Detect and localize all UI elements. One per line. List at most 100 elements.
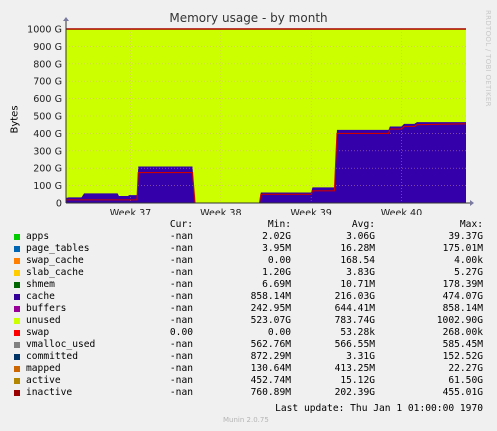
legend-swatch	[14, 378, 20, 384]
legend-min: 562.76M	[250, 339, 291, 350]
legend-row-apps: apps -nan 2.02G 3.06G 39.37G	[12, 231, 487, 243]
legend-row-buffers: buffers -nan 242.95M 644.41M 858.14M	[12, 303, 487, 315]
y-axis-arrow	[63, 17, 69, 21]
legend-avg: 16.28M	[340, 243, 375, 254]
legend-min: 0.00	[267, 255, 291, 266]
header-max: Max:	[459, 219, 483, 230]
legend-name: swap_cache	[26, 255, 84, 266]
y-tick-label: 600 G	[33, 94, 62, 105]
legend-swatch	[14, 294, 20, 300]
legend-row-mapped: mapped -nan 130.64M 413.25M 22.27G	[12, 363, 487, 375]
legend-max: 1002.90G	[436, 315, 483, 326]
legend-cur: -nan	[169, 255, 193, 266]
legend-min: 0.00	[267, 327, 291, 338]
legend-swatch	[14, 330, 20, 336]
legend-row-vmalloc-used: vmalloc_used -nan 562.76M 566.55M 585.45M	[12, 339, 487, 351]
x-tick-label: Week 39	[290, 208, 332, 215]
legend-min: 3.95M	[262, 243, 291, 254]
legend-avg: 413.25M	[334, 363, 375, 374]
legend-row-active: active -nan 452.74M 15.12G 61.50G	[12, 375, 487, 387]
legend-row-swap: swap 0.00 0.00 53.28k 268.00k	[12, 327, 487, 339]
legend-avg: 3.31G	[346, 351, 375, 362]
y-tick-label: 400 G	[33, 129, 62, 140]
legend-cur: -nan	[169, 375, 193, 386]
legend-row-inactive: inactive -nan 760.89M 202.39G 455.01G	[12, 387, 487, 399]
legend-avg: 202.39G	[334, 387, 375, 398]
legend-cur: -nan	[169, 231, 193, 242]
legend-swatch	[14, 282, 20, 288]
legend-avg: 783.74G	[334, 315, 375, 326]
legend-avg: 566.55M	[334, 339, 375, 350]
legend-min: 523.07G	[250, 315, 291, 326]
legend-max: 22.27G	[448, 363, 483, 374]
legend-swatch	[14, 342, 20, 348]
legend-name: mapped	[26, 363, 61, 374]
legend-max: 5.27G	[454, 267, 483, 278]
y-tick-label: 800 G	[33, 59, 62, 70]
legend-max: 61.50G	[448, 375, 483, 386]
legend-max: 4.00k	[454, 255, 483, 266]
x-tick-label: Week 40	[381, 208, 423, 215]
legend-name: page_tables	[26, 243, 90, 254]
legend-avg: 644.41M	[334, 303, 375, 314]
legend-cur: -nan	[169, 339, 193, 350]
y-tick-label: 900 G	[33, 42, 62, 53]
legend-row-page-tables: page_tables -nan 3.95M 16.28M 175.01M	[12, 243, 487, 255]
legend-avg: 3.83G	[346, 267, 375, 278]
y-tick-label: 200 G	[33, 164, 62, 175]
legend-swatch	[14, 306, 20, 312]
x-tick-label: Week 38	[200, 208, 242, 215]
header-cur: Cur:	[169, 219, 193, 230]
legend-swatch	[14, 246, 20, 252]
legend-min: 2.02G	[262, 231, 291, 242]
munin-version: Munin 2.0.75	[223, 416, 269, 424]
legend-name: cache	[26, 291, 55, 302]
y-tick-label: 100 G	[33, 181, 62, 192]
legend-min: 760.89M	[250, 387, 291, 398]
header-min: Min:	[267, 219, 291, 230]
header-avg: Avg:	[351, 219, 375, 230]
legend-max: 268.00k	[442, 327, 483, 338]
legend-name: shmem	[26, 279, 55, 290]
legend-min: 130.64M	[250, 363, 291, 374]
legend-swatch	[14, 390, 20, 396]
legend-name: active	[26, 375, 61, 386]
legend-row-shmem: shmem -nan 6.69M 10.71M 178.39M	[12, 279, 487, 291]
legend-name: buffers	[26, 303, 67, 314]
legend-avg: 15.12G	[340, 375, 375, 386]
x-axis-arrow	[470, 200, 474, 206]
legend-max: 39.37G	[448, 231, 483, 242]
legend-max: 858.14M	[442, 303, 483, 314]
legend-name: unused	[26, 315, 61, 326]
y-tick-label: 0	[56, 199, 62, 210]
legend-min: 872.29M	[250, 351, 291, 362]
legend-row-swap-cache: swap_cache -nan 0.00 168.54 4.00k	[12, 255, 487, 267]
legend-max: 455.01G	[442, 387, 483, 398]
legend-avg: 53.28k	[340, 327, 375, 338]
legend-swatch	[14, 270, 20, 276]
legend-min: 452.74M	[250, 375, 291, 386]
legend-min: 242.95M	[250, 303, 291, 314]
legend-cur: -nan	[169, 267, 193, 278]
legend-max: 178.39M	[442, 279, 483, 290]
legend-max: 585.45M	[442, 339, 483, 350]
legend-max: 152.52G	[442, 351, 483, 362]
legend-avg: 216.03G	[334, 291, 375, 302]
legend-cur: -nan	[169, 279, 193, 290]
last-update: Last update: Thu Jan 1 01:00:00 1970	[275, 403, 483, 414]
y-tick-label: 700 G	[33, 77, 62, 88]
legend-swatch	[14, 234, 20, 240]
chart-canvas: 0 100 G 200 G 300 G 400 G 500 G 600 G 700 G 800 …	[27, 17, 474, 215]
legend-row-unused: unused -nan 523.07G 783.74G 1002.90G	[12, 315, 487, 327]
legend-cur: -nan	[169, 363, 193, 374]
legend-cur: -nan	[169, 351, 193, 362]
legend-cur: -nan	[169, 303, 193, 314]
legend-name: inactive	[26, 387, 73, 398]
legend-cur: -nan	[169, 315, 193, 326]
legend-min: 858.14M	[250, 291, 291, 302]
legend-name: swap	[26, 327, 50, 338]
legend-max: 175.01M	[442, 243, 483, 254]
legend-name: committed	[26, 351, 78, 362]
legend-name: slab_cache	[26, 267, 84, 278]
legend-swatch	[14, 366, 20, 372]
